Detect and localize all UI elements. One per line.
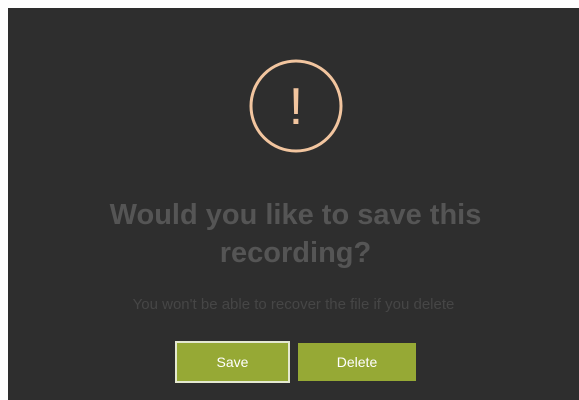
exclamation-circle-icon: !	[248, 58, 344, 154]
delete-button[interactable]: Delete	[298, 343, 416, 381]
save-recording-dialog: ! Would you like to save this recording?…	[8, 8, 579, 400]
save-button[interactable]: Save	[177, 343, 288, 381]
dialog-subtitle: You won't be able to recover the file if…	[132, 296, 455, 313]
exclamation-glyph: !	[289, 78, 303, 136]
dialog-title: Would you like to save this recording?	[109, 199, 482, 269]
